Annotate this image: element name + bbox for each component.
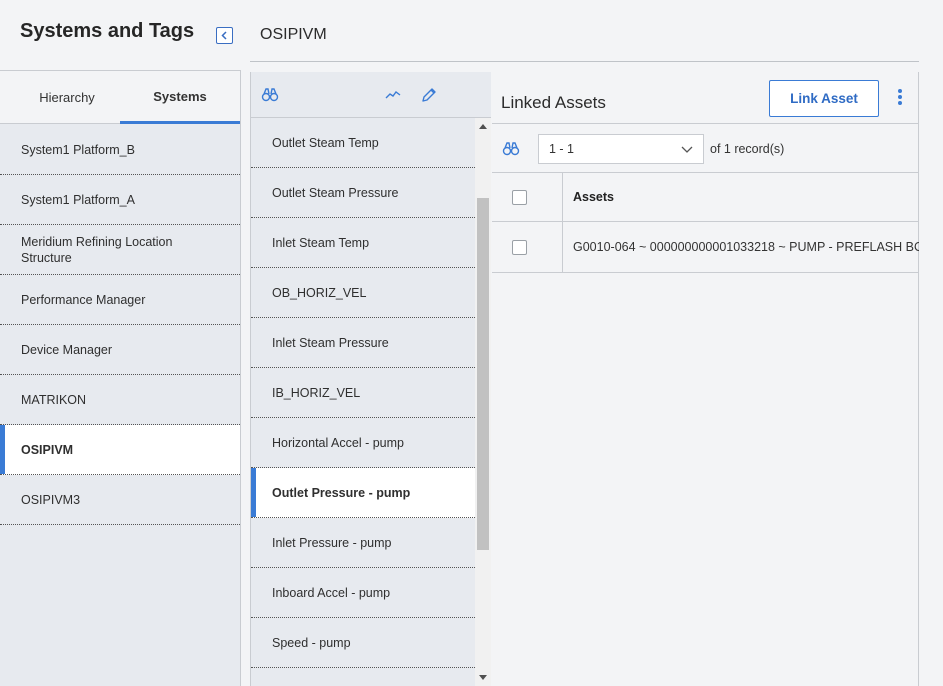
linked-assets-panel: Linked Assets Link Asset 1 - 1 of 1 reco…	[492, 72, 919, 686]
link-asset-button[interactable]: Link Asset	[769, 80, 879, 117]
list-item[interactable]: Performance Manager	[0, 275, 240, 325]
scroll-down-icon[interactable]	[479, 675, 487, 680]
list-item[interactable]: OSIPIVM3	[0, 475, 240, 525]
scroll-up-icon[interactable]	[479, 124, 487, 129]
trend-chart-icon[interactable]	[384, 86, 402, 104]
pager-row: 1 - 1 of 1 record(s)	[492, 125, 919, 173]
list-item[interactable]: MATRIKON	[0, 375, 240, 425]
tags-panel: Outlet Steam Temp Outlet Steam Pressure …	[250, 72, 491, 686]
list-item[interactable]: System1 Platform_A	[0, 175, 240, 225]
list-item[interactable]: Inlet Pressure - pump	[251, 518, 475, 568]
list-item[interactable]	[251, 668, 475, 686]
list-item[interactable]: System1 Platform_B	[0, 125, 240, 175]
tags-toolbar	[251, 72, 491, 118]
list-item[interactable]: Inboard Accel - pump	[251, 568, 475, 618]
systems-panel: Hierarchy Systems System1 Platform_B Sys…	[0, 70, 241, 686]
page-range-value: 1 - 1	[549, 142, 575, 156]
pencil-icon[interactable]	[420, 86, 438, 104]
collapse-panel-button[interactable]	[216, 27, 233, 44]
list-item[interactable]: IB_HORIZ_VEL	[251, 368, 475, 418]
list-item[interactable]: OB_HORIZ_VEL	[251, 268, 475, 318]
list-item[interactable]: Speed - pump	[251, 618, 475, 668]
scroll-thumb[interactable]	[477, 198, 489, 550]
list-item[interactable]: Device Manager	[0, 325, 240, 375]
tab-hierarchy[interactable]: Hierarchy	[7, 71, 127, 124]
list-item[interactable]: Meridium Refining Location Structure	[0, 225, 240, 275]
record-count: of 1 record(s)	[710, 142, 785, 156]
table-header: Assets	[492, 173, 919, 222]
binoculars-icon[interactable]	[261, 86, 279, 104]
page-range-select[interactable]: 1 - 1	[538, 134, 704, 164]
page-title: OSIPIVM	[260, 26, 327, 43]
list-item[interactable]: Outlet Steam Pressure	[251, 168, 475, 218]
tags-list: Outlet Steam Temp Outlet Steam Pressure …	[251, 118, 475, 686]
column-header-assets[interactable]: Assets	[563, 173, 919, 221]
list-item[interactable]: Inlet Steam Temp	[251, 218, 475, 268]
tab-bar: Hierarchy Systems	[0, 71, 240, 124]
more-options-icon[interactable]	[896, 89, 904, 107]
linked-assets-title: Linked Assets	[501, 93, 606, 112]
list-item[interactable]: Outlet Steam Temp	[251, 118, 475, 168]
panel-title: Systems and Tags	[20, 20, 195, 42]
asset-cell[interactable]: G0010-064 ~ 000000000001033218 ~ PUMP - …	[563, 222, 919, 272]
assets-table: Assets G0010-064 ~ 000000000001033218 ~ …	[492, 173, 919, 273]
binoculars-icon[interactable]	[502, 141, 520, 157]
list-item[interactable]: Horizontal Accel - pump	[251, 418, 475, 468]
divider	[250, 61, 919, 62]
left-header: Systems and Tags	[0, 0, 241, 70]
scrollbar[interactable]	[475, 118, 491, 686]
table-row[interactable]: G0010-064 ~ 000000000001033218 ~ PUMP - …	[492, 222, 919, 273]
systems-list: System1 Platform_B System1 Platform_A Me…	[0, 125, 240, 525]
chevron-down-icon	[681, 146, 693, 153]
list-item-selected[interactable]: OSIPIVM	[0, 425, 240, 475]
linked-assets-header: Linked Assets Link Asset	[492, 72, 919, 124]
row-select-cell	[492, 222, 563, 272]
row-checkbox[interactable]	[512, 239, 527, 255]
select-all-checkbox[interactable]	[512, 189, 527, 205]
tab-systems[interactable]: Systems	[120, 71, 240, 124]
select-all-cell	[492, 173, 563, 221]
list-item-selected[interactable]: Outlet Pressure - pump	[251, 468, 475, 518]
chevron-left-icon	[221, 31, 227, 40]
list-item[interactable]: Inlet Steam Pressure	[251, 318, 475, 368]
